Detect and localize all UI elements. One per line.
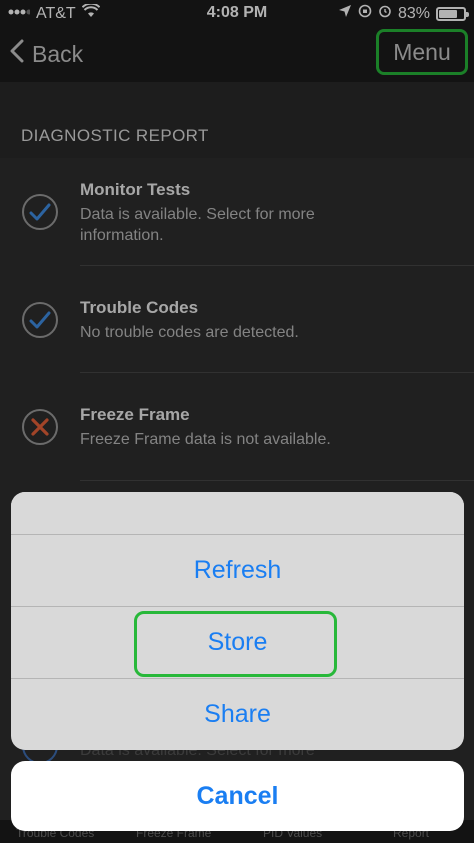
action-sheet-header [11,492,464,534]
refresh-button[interactable]: Refresh [11,534,464,606]
store-highlight-box [134,611,337,677]
cancel-button[interactable]: Cancel [11,761,464,831]
action-sheet: Refresh Store Share [11,492,464,750]
share-button[interactable]: Share [11,678,464,750]
